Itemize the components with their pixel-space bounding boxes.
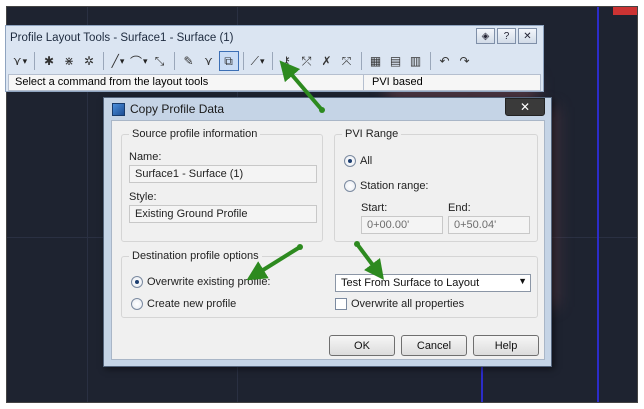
toolbar-separator — [271, 52, 273, 70]
end-station-field[interactable]: 0+50.04' — [448, 216, 530, 234]
status-command: Select a command from the layout tools — [9, 75, 364, 90]
toolbar-separator — [173, 52, 175, 70]
close-icon[interactable]: ✕ — [505, 98, 545, 116]
profile-line — [481, 362, 483, 402]
start-station-field[interactable]: 0+00.00' — [361, 216, 443, 234]
overwrite-all-checkbox[interactable]: Overwrite all properties — [335, 298, 464, 310]
toolbar-status-bar: Select a command from the layout tools P… — [8, 74, 541, 91]
destination-options-group: Destination profile options Overwrite ex… — [121, 250, 538, 318]
toolbar-title: Profile Layout Tools - Surface1 - Surfac… — [10, 32, 234, 44]
overwrite-all-label: Overwrite all properties — [351, 298, 465, 310]
dialog-title: Copy Profile Data — [130, 102, 225, 116]
source-profile-group: Source profile information Name: Surface… — [121, 128, 323, 242]
create-new-label: Create new profile — [147, 298, 237, 310]
all-radio[interactable]: All — [344, 155, 372, 167]
create-new-radio[interactable]: Create new profile — [131, 298, 236, 310]
overwrite-existing-radio[interactable]: Overwrite existing profile: — [131, 276, 271, 288]
name-field: Surface1 - Surface (1) — [129, 165, 317, 183]
profile-line — [597, 7, 599, 402]
destination-profile-select[interactable]: Test From Surface to Layout ▼ — [335, 274, 531, 292]
curve-icon[interactable]: ⌒ — [128, 51, 150, 71]
close-icon[interactable]: ✕ — [518, 28, 537, 44]
station-range-label: Station range: — [360, 180, 429, 192]
draw-fixed-tangent-icon[interactable]: ╱ — [108, 51, 128, 71]
table-icon[interactable]: ▥ — [406, 51, 426, 71]
radio-dot — [344, 180, 356, 192]
toolbar-tools: ⋎ ✱ ⋇ ✲ ╱ ⌒ ⤡ ✎ ⋎ ⧉ ⟋ ⚷ ⤱ ✗ ⤧ ▦ ▤ ▥ ↶ ↷ — [10, 50, 541, 72]
toolbar-separator — [242, 52, 244, 70]
help-icon[interactable]: ? — [497, 28, 516, 44]
overwrite-existing-label: Overwrite existing profile: — [147, 276, 271, 288]
delete-pvi-icon[interactable]: ⋇ — [59, 51, 79, 71]
sub-entity-icon[interactable]: ⚷ — [277, 51, 297, 71]
dialog-title-bar: Copy Profile Data — [112, 102, 224, 116]
grid-view-2-icon[interactable]: ▤ — [386, 51, 406, 71]
toolbar-separator — [34, 52, 35, 70]
style-field: Existing Ground Profile — [129, 205, 317, 223]
name-label: Name: — [129, 151, 162, 163]
copy-profile-data-dialog: Copy Profile Data ✕ Source profile infor… — [103, 97, 552, 367]
draw-line-icon[interactable]: ⟋ — [248, 51, 268, 71]
style-label: Style: — [129, 191, 157, 203]
toolbar-title-buttons: ◈ ? ✕ — [476, 28, 537, 44]
source-group-label: Source profile information — [129, 128, 261, 140]
help-button[interactable]: Help — [473, 335, 539, 356]
pvi-range-label: PVI Range — [342, 128, 402, 140]
copy-profile-icon[interactable]: ⧉ — [218, 51, 239, 71]
toolbar-separator — [429, 52, 431, 70]
move-vertex-icon[interactable]: ⤧ — [337, 51, 357, 71]
cancel-button[interactable]: Cancel — [401, 335, 467, 356]
toolbar-separator — [360, 52, 362, 70]
ok-button[interactable]: OK — [329, 335, 395, 356]
raise-lower-pvi-icon[interactable]: ⋎ — [199, 51, 219, 71]
insert-pvi-tangent-icon[interactable]: ✎ — [179, 51, 199, 71]
grid-view-icon[interactable]: ▦ — [366, 51, 386, 71]
edit-entity-icon[interactable]: ⤱ — [297, 51, 317, 71]
destination-profile-value: Test From Surface to Layout — [341, 277, 480, 289]
app-icon — [112, 102, 125, 116]
draw-tangents-icon[interactable]: ⋎ — [10, 51, 30, 71]
viewport-marker — [613, 7, 637, 15]
radio-dot — [131, 298, 143, 310]
delete-entity-icon[interactable]: ✗ — [317, 51, 337, 71]
profile-layout-tools-window: Profile Layout Tools - Surface1 - Surfac… — [5, 25, 544, 92]
convert-icon[interactable]: ⤡ — [150, 51, 170, 71]
insert-pvi-icon[interactable]: ✱ — [39, 51, 59, 71]
redo-icon[interactable]: ↷ — [455, 51, 475, 71]
move-pvi-icon[interactable]: ✲ — [79, 51, 99, 71]
checkbox-box — [335, 298, 347, 310]
destination-group-label: Destination profile options — [129, 250, 262, 262]
undo-icon[interactable]: ↶ — [435, 51, 455, 71]
dialog-body: Source profile information Name: Surface… — [111, 120, 545, 360]
station-range-radio[interactable]: Station range: — [344, 180, 429, 192]
status-mode: PVI based — [372, 76, 423, 88]
toolbar-separator — [103, 52, 104, 70]
radio-dot — [131, 276, 143, 288]
settings-icon[interactable]: ◈ — [476, 28, 495, 44]
all-radio-label: All — [360, 155, 373, 167]
chevron-down-icon: ▼ — [518, 276, 527, 286]
radio-dot — [344, 155, 356, 167]
start-label: Start: — [361, 202, 388, 214]
pvi-range-group: PVI Range All Station range: Start: 0+00… — [334, 128, 538, 242]
end-label: End: — [448, 202, 471, 214]
